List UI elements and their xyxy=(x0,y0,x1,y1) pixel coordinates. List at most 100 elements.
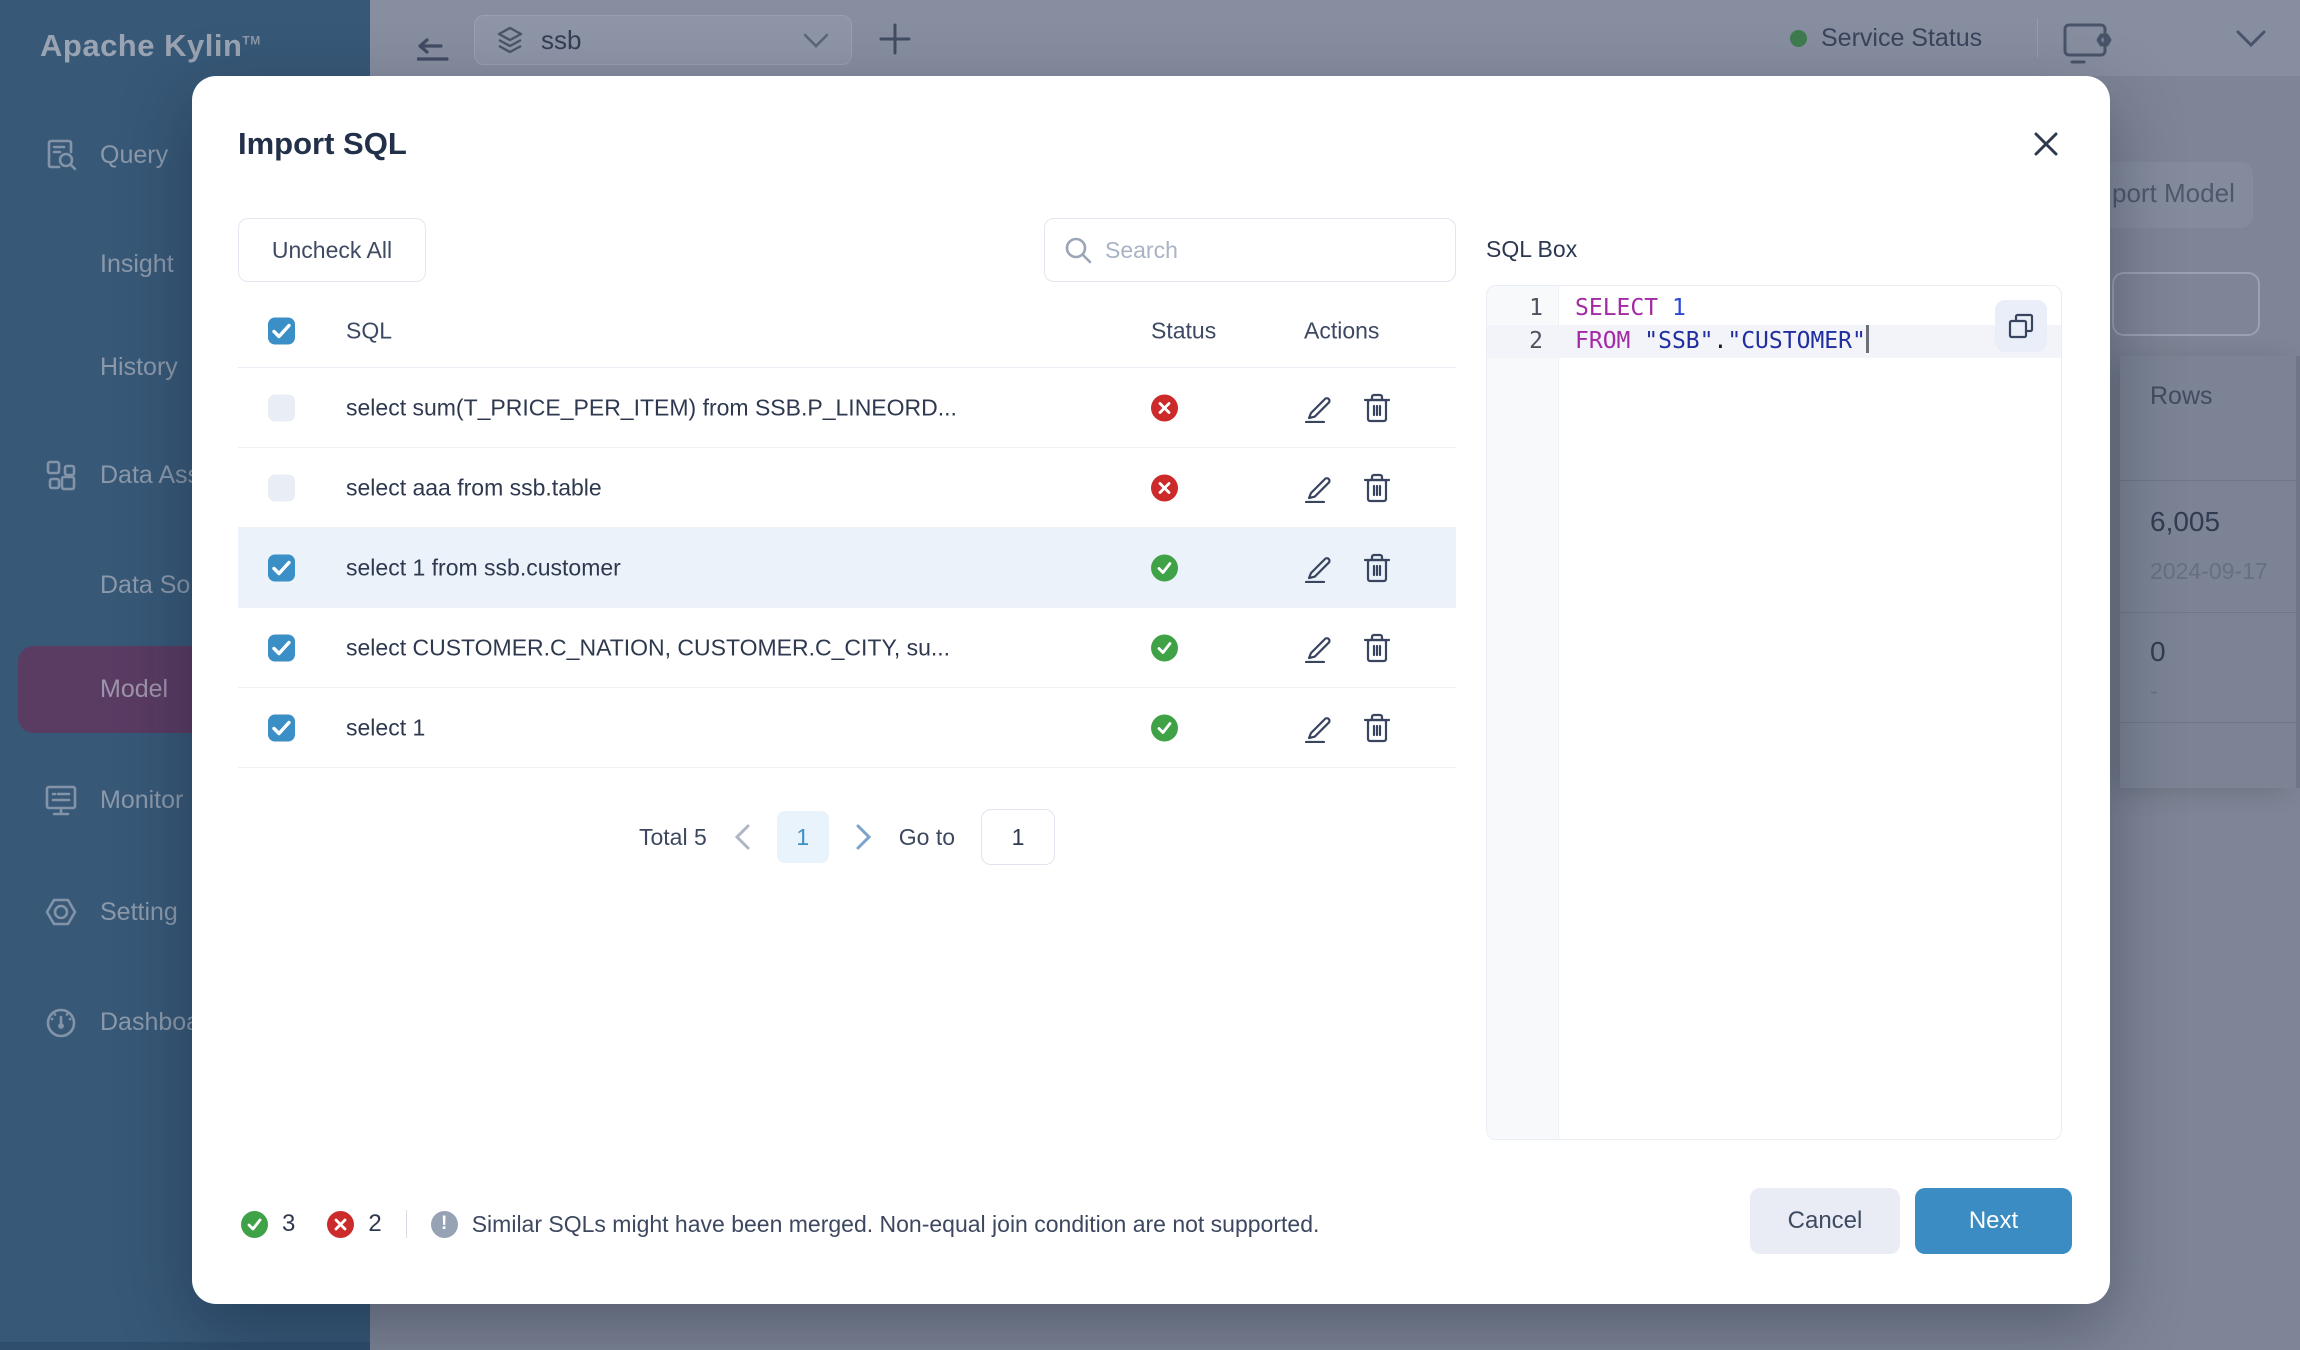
dashboard-icon xyxy=(44,1005,78,1039)
check-icon xyxy=(272,639,291,656)
edit-icon[interactable] xyxy=(1304,633,1334,663)
table-row[interactable]: select aaa from ssb.table xyxy=(238,448,1456,528)
admin-settings-icon[interactable] xyxy=(2062,22,2116,66)
error-count: 2 xyxy=(368,1210,381,1238)
table-row[interactable]: select 1 xyxy=(238,688,1456,768)
sql-text: select 1 xyxy=(346,714,425,741)
copy-icon xyxy=(2008,313,2034,339)
column-header-sql: SQL xyxy=(346,317,392,344)
close-icon[interactable] xyxy=(2028,126,2064,162)
background-search-input[interactable] xyxy=(2112,272,2260,336)
row-checkbox[interactable] xyxy=(268,554,295,581)
collapse-sidebar-icon[interactable] xyxy=(417,36,453,68)
next-page-icon[interactable] xyxy=(855,824,873,850)
edit-icon[interactable] xyxy=(1304,713,1334,743)
next-label: Next xyxy=(1969,1207,2018,1235)
rows-value: 0 xyxy=(2150,636,2166,668)
edit-icon[interactable] xyxy=(1304,473,1334,503)
delete-icon[interactable] xyxy=(1362,633,1392,663)
sql-text: select aaa from ssb.table xyxy=(346,474,602,501)
import-sql-modal: Import SQL Uncheck All SQL Status Action… xyxy=(192,76,2110,1304)
service-status: Service Status xyxy=(1790,0,1982,76)
row-checkbox[interactable] xyxy=(268,634,295,661)
sidebar-item-label: Query xyxy=(100,141,168,170)
status-success-icon xyxy=(1151,634,1178,661)
import-model-button[interactable]: port Model xyxy=(2100,162,2253,228)
user-menu-chevron-icon[interactable] xyxy=(2236,30,2266,47)
line-number-gutter xyxy=(1487,286,1559,1139)
sql-text: select sum(T_PRICE_PER_ITEM) from SSB.P_… xyxy=(346,394,957,421)
topbar-divider xyxy=(2037,18,2038,58)
search-box xyxy=(1044,218,1456,282)
check-icon xyxy=(272,719,291,736)
check-icon xyxy=(272,322,291,339)
page-number-button[interactable]: 1 xyxy=(777,811,829,863)
pagination: Total 5 1 Go to xyxy=(238,810,1456,864)
sql-table: SQL Status Actions select sum(T_PRICE_PE… xyxy=(238,294,1456,768)
monitor-icon xyxy=(44,783,78,817)
edit-icon[interactable] xyxy=(1304,393,1334,423)
delete-icon[interactable] xyxy=(1362,713,1392,743)
delete-icon[interactable] xyxy=(1362,473,1392,503)
line-number: 1 xyxy=(1487,292,1543,325)
service-status-dot xyxy=(1790,30,1807,47)
success-count-icon xyxy=(241,1211,268,1238)
app-logo: Apache KylinTM xyxy=(40,28,261,64)
layers-icon xyxy=(495,25,525,55)
search-icon xyxy=(1063,235,1093,265)
sql-editor[interactable]: 1 SELECT 1 2 FROM "SSB"."CUSTOMER" xyxy=(1486,285,2062,1140)
uncheck-all-button[interactable]: Uncheck All xyxy=(238,218,426,282)
delete-icon[interactable] xyxy=(1362,553,1392,583)
next-button[interactable]: Next xyxy=(1915,1188,2072,1254)
status-error-icon xyxy=(1151,474,1178,501)
row-checkbox[interactable] xyxy=(268,714,295,741)
status-success-icon xyxy=(1151,714,1178,741)
select-all-checkbox[interactable] xyxy=(268,317,295,344)
validation-summary: 3 2 ! Similar SQLs might have been merge… xyxy=(241,1196,1319,1252)
sidebar-item-label: Monitor xyxy=(100,786,183,815)
rows-date: 2024-09-17 xyxy=(2150,558,2268,585)
error-count-icon xyxy=(327,1211,354,1238)
pagination-total: Total 5 xyxy=(639,824,707,851)
column-header-status: Status xyxy=(1151,317,1216,344)
column-header-actions: Actions xyxy=(1304,317,1379,344)
service-status-label: Service Status xyxy=(1821,24,1982,53)
import-model-label: port Model xyxy=(2112,178,2235,209)
goto-label: Go to xyxy=(899,824,955,851)
table-row-selected[interactable]: select 1 from ssb.customer xyxy=(238,528,1456,608)
table-row[interactable]: select sum(T_PRICE_PER_ITEM) from SSB.P_… xyxy=(238,368,1456,448)
sql-box-label: SQL Box xyxy=(1486,236,1577,263)
summary-divider xyxy=(406,1210,407,1238)
background-table: Rows 6,005 2024-09-17 0 - xyxy=(2120,356,2296,788)
edit-icon[interactable] xyxy=(1304,553,1334,583)
goto-page-input[interactable] xyxy=(981,809,1055,865)
copy-sql-button[interactable] xyxy=(1995,300,2047,352)
trademark: TM xyxy=(242,34,260,48)
sidebar-item-label: History xyxy=(100,353,178,382)
prev-page-icon[interactable] xyxy=(733,824,751,850)
status-success-icon xyxy=(1151,554,1178,581)
row-checkbox[interactable] xyxy=(268,474,295,501)
status-error-icon xyxy=(1151,394,1178,421)
project-name: ssb xyxy=(541,25,581,56)
delete-icon[interactable] xyxy=(1362,393,1392,423)
chevron-down-icon xyxy=(803,33,829,48)
query-icon xyxy=(44,138,78,172)
rows-dash: - xyxy=(2150,678,2158,705)
setting-icon xyxy=(44,895,78,929)
add-tab-button[interactable] xyxy=(878,22,912,56)
row-checkbox[interactable] xyxy=(268,394,295,421)
summary-message: Similar SQLs might have been merged. Non… xyxy=(472,1211,1320,1238)
text-cursor xyxy=(1866,325,1869,353)
code-line-1: 1 SELECT 1 xyxy=(1487,292,2061,325)
check-icon xyxy=(272,559,291,576)
table-row[interactable]: select CUSTOMER.C_NATION, CUSTOMER.C_CIT… xyxy=(238,608,1456,688)
info-icon: ! xyxy=(431,1211,458,1238)
search-input[interactable] xyxy=(1105,237,1425,264)
code-line-2: 2 FROM "SSB"."CUSTOMER" xyxy=(1487,325,2061,358)
scroll-shadow xyxy=(2296,356,2300,788)
cancel-button[interactable]: Cancel xyxy=(1750,1188,1900,1254)
sidebar-item-label: Model xyxy=(100,675,168,704)
project-select[interactable]: ssb xyxy=(474,15,852,65)
rows-value: 6,005 xyxy=(2150,506,2220,538)
